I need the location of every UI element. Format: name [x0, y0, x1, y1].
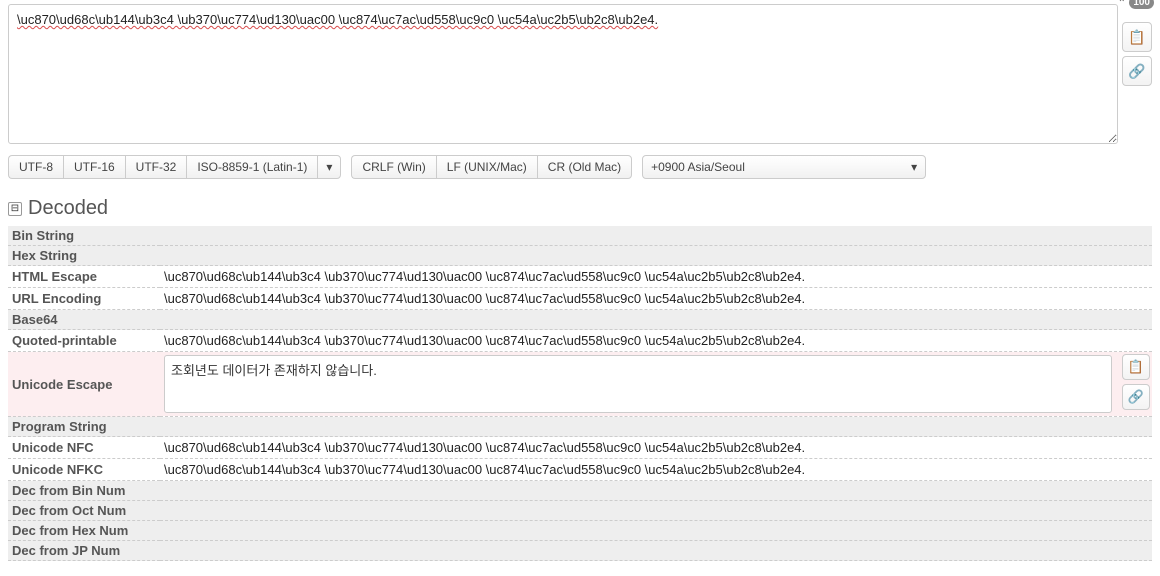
link-icon: 🔗	[1128, 63, 1145, 80]
row-label: Dec from Oct Num	[8, 501, 160, 521]
row-value	[160, 310, 1152, 330]
row-label: Quoted-printable	[8, 330, 160, 352]
lineend-cr-button[interactable]: CR (Old Mac)	[537, 155, 632, 179]
row-value-cell: 조회년도 데이터가 존재하지 않습니다. 📋 🔗	[160, 352, 1152, 417]
unicode-escape-text: 조회년도 데이터가 존재하지 않습니다.	[171, 363, 377, 378]
char-count-badge: 100	[1129, 0, 1154, 9]
decoded-section-header: ⊟ Decoded	[8, 197, 1152, 220]
row-label: Dec from Bin Num	[8, 481, 160, 501]
lineend-lf-button[interactable]: LF (UNIX/Mac)	[436, 155, 537, 179]
row-value	[160, 226, 1152, 246]
row-program-string: Program String	[8, 417, 1152, 437]
row-quoted-printable: Quoted-printable \uc870\ud68c\ub144\ub3c…	[8, 330, 1152, 352]
encoding-utf8-button[interactable]: UTF-8	[8, 155, 63, 179]
row-dec-jp: Dec from JP Num	[8, 541, 1152, 561]
row-value	[160, 417, 1152, 437]
row-label: Hex String	[8, 246, 160, 266]
row-value[interactable]: \uc870\ud68c\ub144\ub3c4 \ub370\uc774\ud…	[160, 266, 1152, 288]
row-label: Unicode NFKC	[8, 459, 160, 481]
row-unicode-nfkc: Unicode NFKC \uc870\ud68c\ub144\ub3c4 \u…	[8, 459, 1152, 481]
link-icon: 🔗	[1128, 389, 1144, 405]
row-value[interactable]: \uc870\ud68c\ub144\ub3c4 \ub370\uc774\ud…	[160, 437, 1152, 459]
row-label: Base64	[8, 310, 160, 330]
row-label: HTML Escape	[8, 266, 160, 288]
row-value	[160, 481, 1152, 501]
row-label: URL Encoding	[8, 288, 160, 310]
row-html-escape: HTML Escape \uc870\ud68c\ub144\ub3c4 \ub…	[8, 266, 1152, 288]
row-value[interactable]: \uc870\ud68c\ub144\ub3c4 \ub370\uc774\ud…	[160, 330, 1152, 352]
row-value[interactable]: \uc870\ud68c\ub144\ub3c4 \ub370\uc774\ud…	[160, 288, 1152, 310]
input-textarea[interactable]	[8, 4, 1118, 144]
copy-button[interactable]: 📋	[1122, 22, 1152, 52]
row-value	[160, 521, 1152, 541]
row-dec-oct: Dec from Oct Num	[8, 501, 1152, 521]
input-textarea-container: \uc870\ud68c\ub144\ub3c4 \ub370\uc774\ud…	[8, 4, 1118, 147]
chevron-down-icon: ▾	[911, 160, 917, 174]
collapse-caret-icon[interactable]: ⌃	[1118, 0, 1126, 9]
row-unicode-nfc: Unicode NFC \uc870\ud68c\ub144\ub3c4 \ub…	[8, 437, 1152, 459]
row-label: Bin String	[8, 226, 160, 246]
timezone-selected-label: +0900 Asia/Seoul	[651, 160, 745, 174]
input-side-buttons: ⌃ 100 📋 🔗	[1122, 4, 1152, 86]
encoding-more-dropdown[interactable]: ▾	[317, 155, 341, 179]
encoding-utf16-button[interactable]: UTF-16	[63, 155, 125, 179]
clipboard-icon: 📋	[1128, 359, 1144, 375]
row-value[interactable]: \uc870\ud68c\ub144\ub3c4 \ub370\uc774\ud…	[160, 459, 1152, 481]
minus-box-icon: ⊟	[11, 204, 19, 214]
permalink-button[interactable]: 🔗	[1122, 384, 1150, 410]
row-unicode-escape: Unicode Escape 조회년도 데이터가 존재하지 않습니다. 📋 🔗	[8, 352, 1152, 417]
row-bin-string: Bin String	[8, 226, 1152, 246]
chevron-down-icon: ▾	[326, 160, 332, 174]
collapse-toggle[interactable]: ⊟	[8, 202, 22, 216]
row-label: Unicode NFC	[8, 437, 160, 459]
encoding-utf32-button[interactable]: UTF-32	[125, 155, 187, 179]
row-label: Unicode Escape	[8, 352, 160, 417]
copy-button[interactable]: 📋	[1122, 354, 1150, 380]
row-label: Dec from Hex Num	[8, 521, 160, 541]
unicode-escape-side-buttons: 📋 🔗	[1122, 354, 1150, 410]
row-dec-hex: Dec from Hex Num	[8, 521, 1152, 541]
row-label: Program String	[8, 417, 160, 437]
row-dec-bin: Dec from Bin Num	[8, 481, 1152, 501]
toolbar: UTF-8 UTF-16 UTF-32 ISO-8859-1 (Latin-1)…	[8, 155, 1152, 179]
row-label: Dec from JP Num	[8, 541, 160, 561]
encoding-group: UTF-8 UTF-16 UTF-32 ISO-8859-1 (Latin-1)…	[8, 155, 341, 179]
row-hex-string: Hex String	[8, 246, 1152, 266]
lineend-crlf-button[interactable]: CRLF (Win)	[351, 155, 435, 179]
encoding-iso-button[interactable]: ISO-8859-1 (Latin-1)	[186, 155, 317, 179]
timezone-select[interactable]: +0900 Asia/Seoul ▾	[642, 155, 926, 179]
row-value	[160, 501, 1152, 521]
section-title: Decoded	[28, 197, 108, 220]
row-value	[160, 541, 1152, 561]
clipboard-icon: 📋	[1128, 29, 1145, 46]
permalink-button[interactable]: 🔗	[1122, 56, 1152, 86]
decoded-table: Bin String Hex String HTML Escape \uc870…	[8, 226, 1152, 561]
row-base64: Base64	[8, 310, 1152, 330]
row-value	[160, 246, 1152, 266]
lineend-group: CRLF (Win) LF (UNIX/Mac) CR (Old Mac)	[351, 155, 632, 179]
row-url-encoding: URL Encoding \uc870\ud68c\ub144\ub3c4 \u…	[8, 288, 1152, 310]
unicode-escape-output[interactable]: 조회년도 데이터가 존재하지 않습니다.	[164, 355, 1112, 413]
